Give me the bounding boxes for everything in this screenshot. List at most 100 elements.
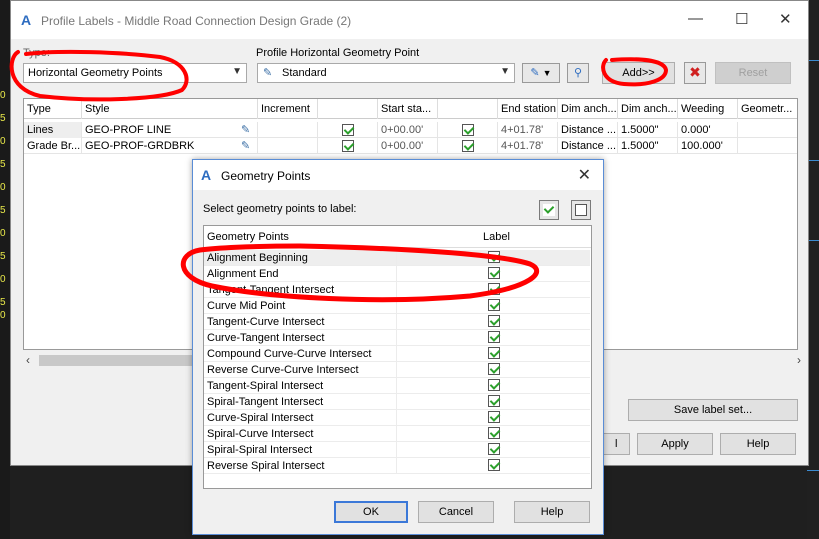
style-dropdown[interactable]: ✎ Standard ▼	[257, 63, 515, 83]
apply-button[interactable]: Apply	[637, 433, 713, 455]
style-edit-button[interactable]: ✎ ▼	[522, 63, 560, 83]
checkbox[interactable]	[341, 124, 354, 137]
label-checkbox[interactable]	[488, 427, 500, 439]
checkbox[interactable]	[461, 124, 474, 137]
cell-dim-anchor-value[interactable]: 1.5000"	[618, 138, 678, 154]
list-item[interactable]: Compound Curve-Curve Intersect	[204, 346, 590, 362]
cell-weeding[interactable]: 100.000'	[678, 138, 738, 154]
cell-weeding[interactable]: 0.000'	[678, 122, 738, 138]
cell-start-check[interactable]	[318, 138, 378, 154]
list-item[interactable]: Alignment End	[204, 266, 590, 282]
cell-dim-anchor-value[interactable]: 1.5000"	[618, 122, 678, 138]
col-dim-anchor-value[interactable]: Dim anch...	[618, 99, 678, 119]
list-item[interactable]: Tangent-Curve Intersect	[204, 314, 590, 330]
ok-button[interactable]: OK	[334, 501, 408, 523]
autocad-logo-icon: A	[201, 167, 212, 183]
cell-start-station[interactable]: 0+00.00'	[378, 138, 438, 154]
checkbox[interactable]	[461, 140, 474, 153]
list-item[interactable]: Tangent-Spiral Intersect	[204, 378, 590, 394]
geo-point-name: Curve-Tangent Intersect	[207, 332, 325, 344]
cell-end-station[interactable]: 4+01.78'	[498, 122, 558, 138]
label-checkbox[interactable]	[488, 251, 500, 263]
label-checkbox[interactable]	[488, 347, 500, 359]
geo-point-name: Spiral-Tangent Intersect	[207, 396, 324, 408]
label-checkbox[interactable]	[488, 331, 500, 343]
chevron-left-icon[interactable]: ‹	[26, 353, 30, 367]
cell-dim-anchor-option[interactable]: Distance ...	[558, 122, 618, 138]
reset-button[interactable]: Reset	[715, 62, 791, 84]
save-label-set-button[interactable]: Save label set...	[628, 399, 798, 421]
label-checkbox[interactable]	[488, 443, 500, 455]
check-all-button[interactable]	[539, 200, 559, 220]
add-button[interactable]: Add>>	[602, 62, 675, 84]
col-start-visible[interactable]	[318, 99, 378, 119]
style-edit-icon[interactable]: ✎	[241, 139, 250, 152]
style-dropdown-value: Standard	[282, 67, 327, 79]
label-checkbox[interactable]	[488, 363, 500, 375]
list-item[interactable]: Curve-Spiral Intersect	[204, 410, 590, 426]
col-end-station[interactable]: End station	[498, 99, 558, 119]
col-end-visible[interactable]	[438, 99, 498, 119]
pick-style-button[interactable]: ⚲	[567, 63, 589, 83]
col-label: Label	[483, 231, 510, 243]
geo-point-name: Tangent-Spiral Intersect	[207, 380, 324, 392]
list-item[interactable]: Spiral-Curve Intersect	[204, 426, 590, 442]
label-checkbox[interactable]	[488, 267, 500, 279]
chevron-right-icon[interactable]: ›	[797, 353, 801, 367]
label-checkbox[interactable]	[488, 411, 500, 423]
cell-end-station[interactable]: 4+01.78'	[498, 138, 558, 154]
geo-point-name: Tangent-Curve Intersect	[207, 316, 325, 328]
label-checkbox[interactable]	[488, 299, 500, 311]
label-checkbox[interactable]	[488, 283, 500, 295]
col-style[interactable]: Style	[82, 99, 258, 119]
table-row[interactable]: Lines GEO-PROF LINE ✎ 0+00.00' 4+01.78' …	[24, 122, 797, 138]
col-increment[interactable]: Increment	[258, 99, 318, 119]
label-checkbox[interactable]	[488, 459, 500, 471]
list-item[interactable]: Tangent-Tangent Intersect	[204, 282, 590, 298]
cell-geometry[interactable]	[738, 122, 797, 138]
label-checkbox[interactable]	[488, 315, 500, 327]
cell-style[interactable]: GEO-PROF-GRDBRK	[82, 138, 258, 154]
partial-button[interactable]: l	[600, 433, 630, 455]
list-item[interactable]: Reverse Spiral Intersect	[204, 458, 590, 474]
uncheck-all-button[interactable]	[571, 200, 591, 220]
cell-geometry[interactable]	[738, 138, 797, 154]
cell-increment[interactable]	[258, 122, 318, 138]
delete-button[interactable]: ✖	[684, 62, 706, 84]
cell-end-check[interactable]	[438, 122, 498, 138]
list-item[interactable]: Reverse Curve-Curve Intersect	[204, 362, 590, 378]
maximize-icon[interactable]: ☐	[735, 10, 748, 28]
cancel-button[interactable]: Cancel	[418, 501, 494, 523]
type-dropdown[interactable]: Horizontal Geometry Points ▼	[23, 63, 247, 83]
list-item[interactable]: Spiral-Tangent Intersect	[204, 394, 590, 410]
col-type[interactable]: Type	[24, 99, 82, 119]
table-row[interactable]: Grade Br... GEO-PROF-GRDBRK ✎ 0+00.00' 4…	[24, 138, 797, 154]
type-label: Type:	[23, 47, 50, 59]
help-button[interactable]: Help	[720, 433, 796, 455]
list-item[interactable]: Curve-Tangent Intersect	[204, 330, 590, 346]
close-icon[interactable]: ✕	[779, 10, 792, 28]
list-item[interactable]: Curve Mid Point	[204, 298, 590, 314]
col-dim-anchor-option[interactable]: Dim anch...	[558, 99, 618, 119]
col-start-station[interactable]: Start sta...	[378, 99, 438, 119]
label-checkbox[interactable]	[488, 395, 500, 407]
cell-increment[interactable]	[258, 138, 318, 154]
label-checkbox[interactable]	[488, 379, 500, 391]
cell-style[interactable]: GEO-PROF LINE	[82, 122, 258, 138]
style-edit-icon[interactable]: ✎	[241, 123, 250, 136]
geo-point-name: Alignment End	[207, 268, 279, 280]
minimize-icon[interactable]: —	[688, 10, 703, 27]
col-geometry-points: Geometry Points	[207, 231, 289, 243]
cell-start-check[interactable]	[318, 122, 378, 138]
col-geometry[interactable]: Geometr...	[738, 99, 797, 119]
list-item[interactable]: Spiral-Spiral Intersect	[204, 442, 590, 458]
magnifier-icon: ⚲	[573, 67, 583, 79]
list-item[interactable]: Alignment Beginning	[204, 250, 590, 266]
col-weeding[interactable]: Weeding	[678, 99, 738, 119]
cell-dim-anchor-option[interactable]: Distance ...	[558, 138, 618, 154]
checkbox[interactable]	[341, 140, 354, 153]
cell-end-check[interactable]	[438, 138, 498, 154]
cell-start-station[interactable]: 0+00.00'	[378, 122, 438, 138]
close-icon[interactable]: ✕	[578, 165, 591, 185]
help-button[interactable]: Help	[514, 501, 590, 523]
